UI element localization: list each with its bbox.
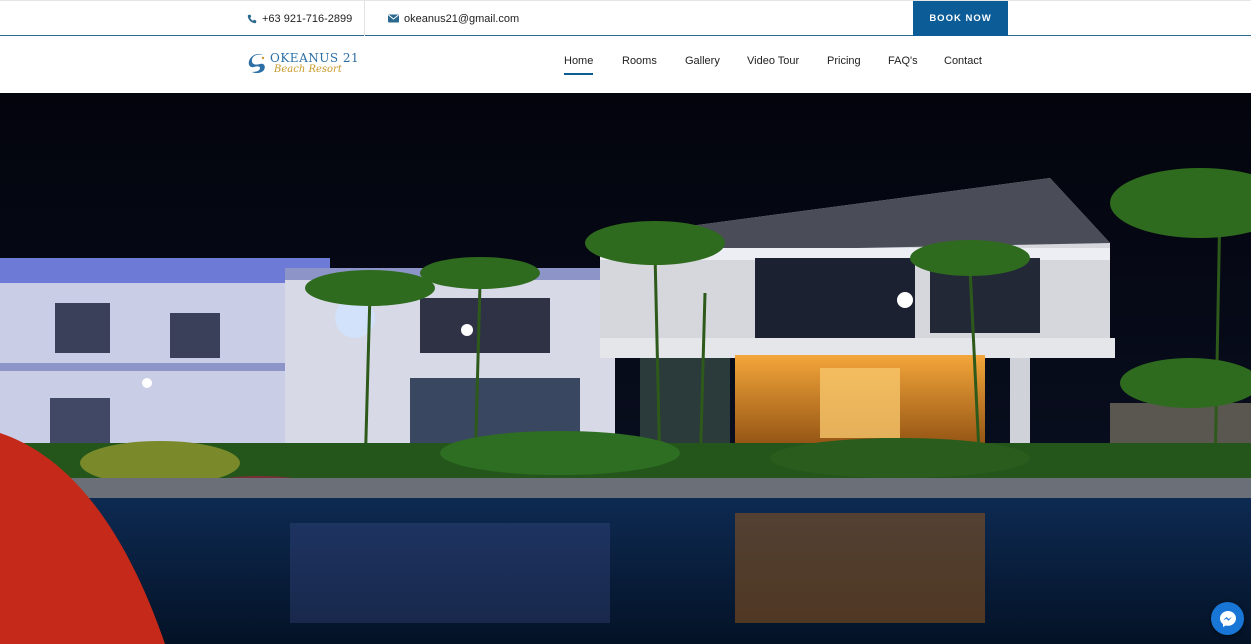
messenger-icon xyxy=(1219,610,1236,627)
top-bar: +63 921-716-2899 okeanus21@gmail.com BOO… xyxy=(0,0,1251,36)
topbar-divider xyxy=(364,1,365,36)
dolphin-logo-icon xyxy=(248,53,265,74)
phone-icon xyxy=(247,14,257,23)
nav-contact[interactable]: Contact xyxy=(944,55,982,67)
main-navbar: OKEANUS 21 Beach Resort Home Rooms Galle… xyxy=(0,36,1251,93)
nav-home[interactable]: Home xyxy=(564,55,594,75)
nav-gallery[interactable]: Gallery xyxy=(685,55,720,67)
logo-subtitle: Beach Resort xyxy=(274,64,342,75)
email-contact[interactable]: okeanus21@gmail.com xyxy=(388,1,519,36)
phone-number: +63 921-716-2899 xyxy=(262,12,353,25)
messenger-chat-button[interactable] xyxy=(1211,602,1244,635)
nav-faqs[interactable]: FAQ's xyxy=(888,55,918,67)
envelope-icon xyxy=(388,14,399,23)
nav-rooms[interactable]: Rooms xyxy=(622,55,657,67)
email-address: okeanus21@gmail.com xyxy=(404,12,520,25)
book-now-button[interactable]: BOOK NOW xyxy=(913,1,1008,36)
resort-night-photo xyxy=(0,93,1251,644)
logo-title: OKEANUS 21 xyxy=(270,51,360,65)
hero-banner xyxy=(0,93,1251,644)
resort-logo[interactable]: OKEANUS 21 Beach Resort xyxy=(248,50,360,80)
nav-video-tour[interactable]: Video Tour xyxy=(747,55,799,67)
nav-pricing[interactable]: Pricing xyxy=(827,55,861,67)
phone-contact[interactable]: +63 921-716-2899 xyxy=(247,1,352,36)
